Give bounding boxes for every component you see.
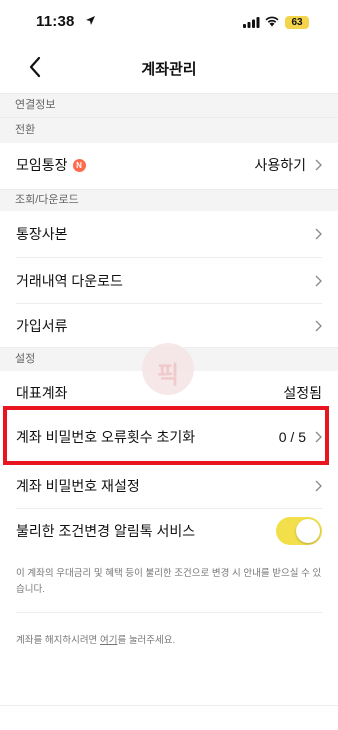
- section-label: 설정: [15, 353, 36, 365]
- row-label: 계좌 비밀번호 오류횟수 초기화: [16, 429, 196, 445]
- row-label: 모임통장: [16, 157, 68, 173]
- row-label: 대표계좌: [16, 385, 68, 401]
- battery-icon: 63: [285, 16, 309, 29]
- chevron-right-icon: [315, 228, 322, 240]
- location-arrow-icon: [86, 16, 95, 25]
- section-header-lookup: 조회/다운로드: [0, 189, 338, 211]
- row-label: 가입서류: [16, 317, 68, 334]
- chevron-right-icon: [315, 320, 322, 331]
- error-count: 0 / 5: [278, 429, 306, 445]
- row-label: 거래내역 다운로드: [16, 272, 123, 289]
- signup-documents-row[interactable]: 가입서류: [0, 304, 338, 347]
- group-account-row[interactable]: 모임통장 N 사용하기: [0, 143, 338, 187]
- new-badge: N: [72, 158, 86, 172]
- row-value: 설정됨: [283, 385, 322, 401]
- section-label: 전환: [15, 124, 36, 136]
- nav-bar: 계좌관리: [0, 44, 338, 90]
- unfavorable-alert-row: 불리한 조건변경 알림톡 서비스: [0, 509, 338, 553]
- wifi-icon: [265, 16, 279, 27]
- history-download-row[interactable]: 거래내역 다운로드: [0, 258, 338, 303]
- alert-toggle[interactable]: [276, 517, 322, 545]
- row-divider: [16, 612, 322, 613]
- bankbook-copy-row[interactable]: 통장사본: [0, 211, 338, 257]
- row-label: 불리한 조건변경 알림톡 서비스: [16, 523, 196, 539]
- chevron-right-icon: [315, 159, 322, 171]
- row-label: 계좌 비밀번호 재설정: [16, 478, 140, 494]
- row-label: 통장사본: [16, 226, 68, 242]
- page-title: 계좌관리: [141, 61, 197, 78]
- password-error-reset-row[interactable]: 계좌 비밀번호 오류횟수 초기화 0 / 5: [0, 413, 338, 461]
- close-prefix: 계좌를 해지하시려면: [16, 635, 100, 646]
- close-account-note: 계좌를 해지하시려면 여기를 눌러주세요.: [16, 633, 322, 649]
- close-suffix: 를 눌러주세요.: [117, 635, 176, 646]
- toggle-knob: [296, 519, 320, 543]
- chevron-right-icon: [315, 480, 322, 492]
- section-header-switch: 전환: [0, 117, 338, 143]
- alert-description: 이 계좌의 우대금리 및 혜택 등이 불리한 조건으로 변경 시 안내를 받으실…: [16, 568, 322, 595]
- section-label: 연결정보: [15, 99, 56, 111]
- section-header-linked: 연결정보: [0, 93, 338, 117]
- password-reset-row[interactable]: 계좌 비밀번호 재설정: [0, 464, 338, 508]
- close-account-link[interactable]: 여기: [100, 635, 117, 646]
- cellular-signal-icon: [243, 17, 260, 28]
- section-label: 조회/다운로드: [15, 194, 79, 206]
- row-value: 사용하기: [254, 157, 306, 173]
- primary-account-row: 대표계좌 설정됨: [0, 371, 338, 415]
- chevron-right-icon: [315, 275, 322, 286]
- status-bar: 11:38 63: [0, 0, 338, 44]
- status-time: 11:38: [36, 13, 75, 30]
- bottom-divider: [0, 705, 338, 706]
- chevron-right-icon: [315, 431, 322, 443]
